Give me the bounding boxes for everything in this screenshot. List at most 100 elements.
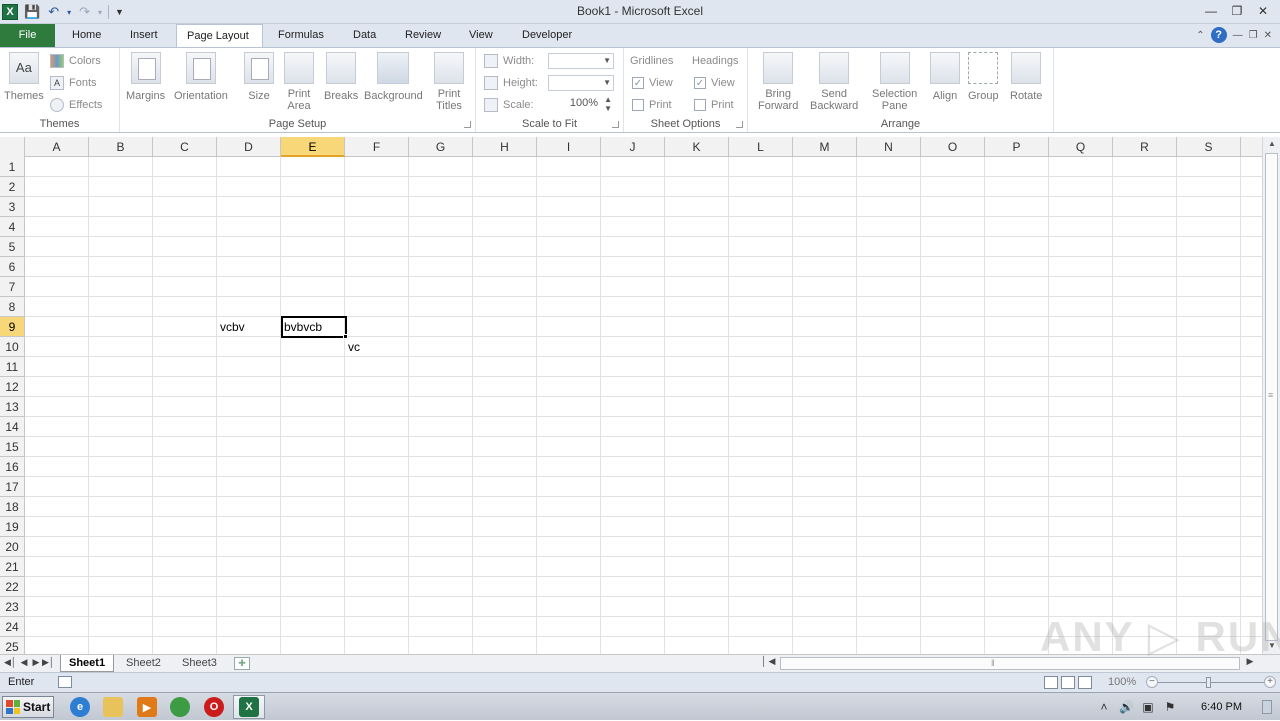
row-header-8[interactable]: 8 [0, 297, 25, 317]
margins-button[interactable]: Margins [126, 52, 165, 102]
align-button[interactable]: Align [930, 52, 960, 102]
tab-data[interactable]: Data [343, 24, 386, 48]
row-header-13[interactable]: 13 [0, 397, 25, 417]
column-header-h[interactable]: H [473, 137, 537, 157]
size-button[interactable]: Size [244, 52, 274, 102]
row-header-10[interactable]: 10 [0, 337, 25, 357]
print-area-button[interactable]: Print Area [284, 52, 314, 112]
row-header-22[interactable]: 22 [0, 577, 25, 597]
column-header-i[interactable]: I [537, 137, 601, 157]
vertical-scroll-thumb[interactable]: ≡ [1265, 153, 1278, 641]
scale-spinner[interactable]: 100% ▲ ▼ [548, 95, 614, 113]
zoom-knob[interactable] [1206, 677, 1211, 688]
colors-button[interactable]: Colors [50, 52, 101, 70]
row-header-3[interactable]: 3 [0, 197, 25, 217]
row-header-16[interactable]: 16 [0, 457, 25, 477]
column-header-e[interactable]: E [281, 137, 345, 157]
row-header-21[interactable]: 21 [0, 557, 25, 577]
row-header-6[interactable]: 6 [0, 257, 25, 277]
macro-record-icon[interactable] [58, 676, 72, 688]
column-header-l[interactable]: L [729, 137, 793, 157]
internet-explorer-icon[interactable]: e [70, 697, 90, 717]
headings-view-checkbox[interactable]: ✓ View [694, 74, 735, 92]
column-header-f[interactable]: F [345, 137, 409, 157]
row-header-15[interactable]: 15 [0, 437, 25, 457]
first-sheet-icon[interactable]: ◀│ [4, 657, 17, 668]
selection-pane-button[interactable]: Selection Pane [872, 52, 917, 112]
workbook-restore-icon[interactable]: ❐ [1249, 30, 1258, 41]
cell-f10[interactable]: vc [345, 337, 409, 357]
row-header-19[interactable]: 19 [0, 517, 25, 537]
tray-expand-icon[interactable]: ˄ [1097, 700, 1111, 714]
zoom-level[interactable]: 100% [1108, 676, 1136, 688]
zoom-in-icon[interactable]: + [1264, 676, 1276, 688]
workbook-minimize-icon[interactable]: — [1233, 30, 1243, 41]
tab-review[interactable]: Review [395, 24, 451, 48]
row-header-9[interactable]: 9 [0, 317, 25, 337]
column-header-b[interactable]: B [89, 137, 153, 157]
zoom-slider[interactable]: − + [1146, 676, 1276, 690]
tab-insert[interactable]: Insert [120, 24, 168, 48]
fill-handle[interactable] [343, 334, 348, 339]
taskbar-excel-button[interactable]: X [233, 695, 265, 719]
worksheet-grid[interactable]: 1 2 3 4 5 6 7 8 9 10 11 12 13 14 15 16 17 18 19 20 21 22 23 24 2… [0, 157, 1262, 654]
row-header-25[interactable]: 25 [0, 637, 25, 654]
group-button[interactable]: Group [968, 52, 999, 102]
send-backward-button[interactable]: Send Backward [810, 52, 858, 112]
sheet-options-launcher-icon[interactable] [736, 121, 743, 128]
page-layout-view-icon[interactable] [1061, 676, 1075, 689]
row-header-1[interactable]: 1 [0, 157, 25, 177]
row-header-20[interactable]: 20 [0, 537, 25, 557]
media-player-icon[interactable]: ▶ [137, 697, 157, 717]
tab-developer[interactable]: Developer [512, 24, 582, 48]
print-titles-button[interactable]: Print Titles [434, 52, 464, 112]
headings-print-checkbox[interactable]: Print [694, 96, 734, 114]
tab-page-layout[interactable]: Page Layout [176, 24, 263, 48]
taskbar-clock[interactable]: 6:40 PM [1201, 701, 1242, 713]
prev-sheet-icon[interactable]: ◀ [18, 657, 30, 668]
column-header-q[interactable]: Q [1049, 137, 1113, 157]
tab-home[interactable]: Home [62, 24, 111, 48]
minimize-icon[interactable]: — [1200, 2, 1222, 20]
row-header-12[interactable]: 12 [0, 377, 25, 397]
file-explorer-icon[interactable] [103, 697, 123, 717]
column-header-j[interactable]: J [601, 137, 665, 157]
fonts-button[interactable]: A Fonts [50, 74, 97, 92]
tab-formulas[interactable]: Formulas [268, 24, 334, 48]
row-header-4[interactable]: 4 [0, 217, 25, 237]
select-all-corner[interactable] [0, 137, 25, 157]
minimize-ribbon-icon[interactable]: ⌃ [1196, 30, 1204, 41]
page-break-view-icon[interactable] [1078, 676, 1092, 689]
row-header-11[interactable]: 11 [0, 357, 25, 377]
tab-view[interactable]: View [459, 24, 503, 48]
volume-icon[interactable]: 🔊 [1119, 700, 1134, 714]
column-header-d[interactable]: D [217, 137, 281, 157]
breaks-button[interactable]: Breaks [324, 52, 358, 102]
orientation-button[interactable]: Orientation [174, 52, 228, 102]
network-icon[interactable]: ▣ [1141, 700, 1155, 714]
column-header-p[interactable]: P [985, 137, 1049, 157]
background-button[interactable]: Background [364, 52, 423, 102]
help-icon[interactable]: ? [1210, 27, 1227, 43]
normal-view-icon[interactable] [1044, 676, 1058, 689]
gridlines-view-checkbox[interactable]: ✓ View [632, 74, 673, 92]
row-header-23[interactable]: 23 [0, 597, 25, 617]
opera-icon[interactable]: O [204, 697, 224, 717]
height-combo[interactable]: ▼ [548, 75, 614, 91]
width-combo[interactable]: ▼ [548, 53, 614, 69]
start-button[interactable]: Start [2, 696, 54, 718]
column-header-o[interactable]: O [921, 137, 985, 157]
chrome-icon[interactable] [170, 697, 190, 717]
tab-file[interactable]: File [0, 24, 55, 48]
insert-sheet-icon[interactable]: ✚ [234, 657, 250, 670]
sheet-tab-sheet1[interactable]: Sheet1 [60, 655, 115, 672]
column-header-a[interactable]: A [25, 137, 89, 157]
row-header-14[interactable]: 14 [0, 417, 25, 437]
sheet-tab-sheet2[interactable]: Sheet2 [118, 655, 169, 672]
show-desktop-icon[interactable] [1262, 700, 1272, 714]
column-header-c[interactable]: C [153, 137, 217, 157]
themes-button[interactable]: Aa Themes [4, 52, 44, 102]
scroll-left-arrow-icon[interactable]: ◀ [766, 656, 778, 667]
page-setup-launcher-icon[interactable] [464, 121, 471, 128]
column-header-g[interactable]: G [409, 137, 473, 157]
